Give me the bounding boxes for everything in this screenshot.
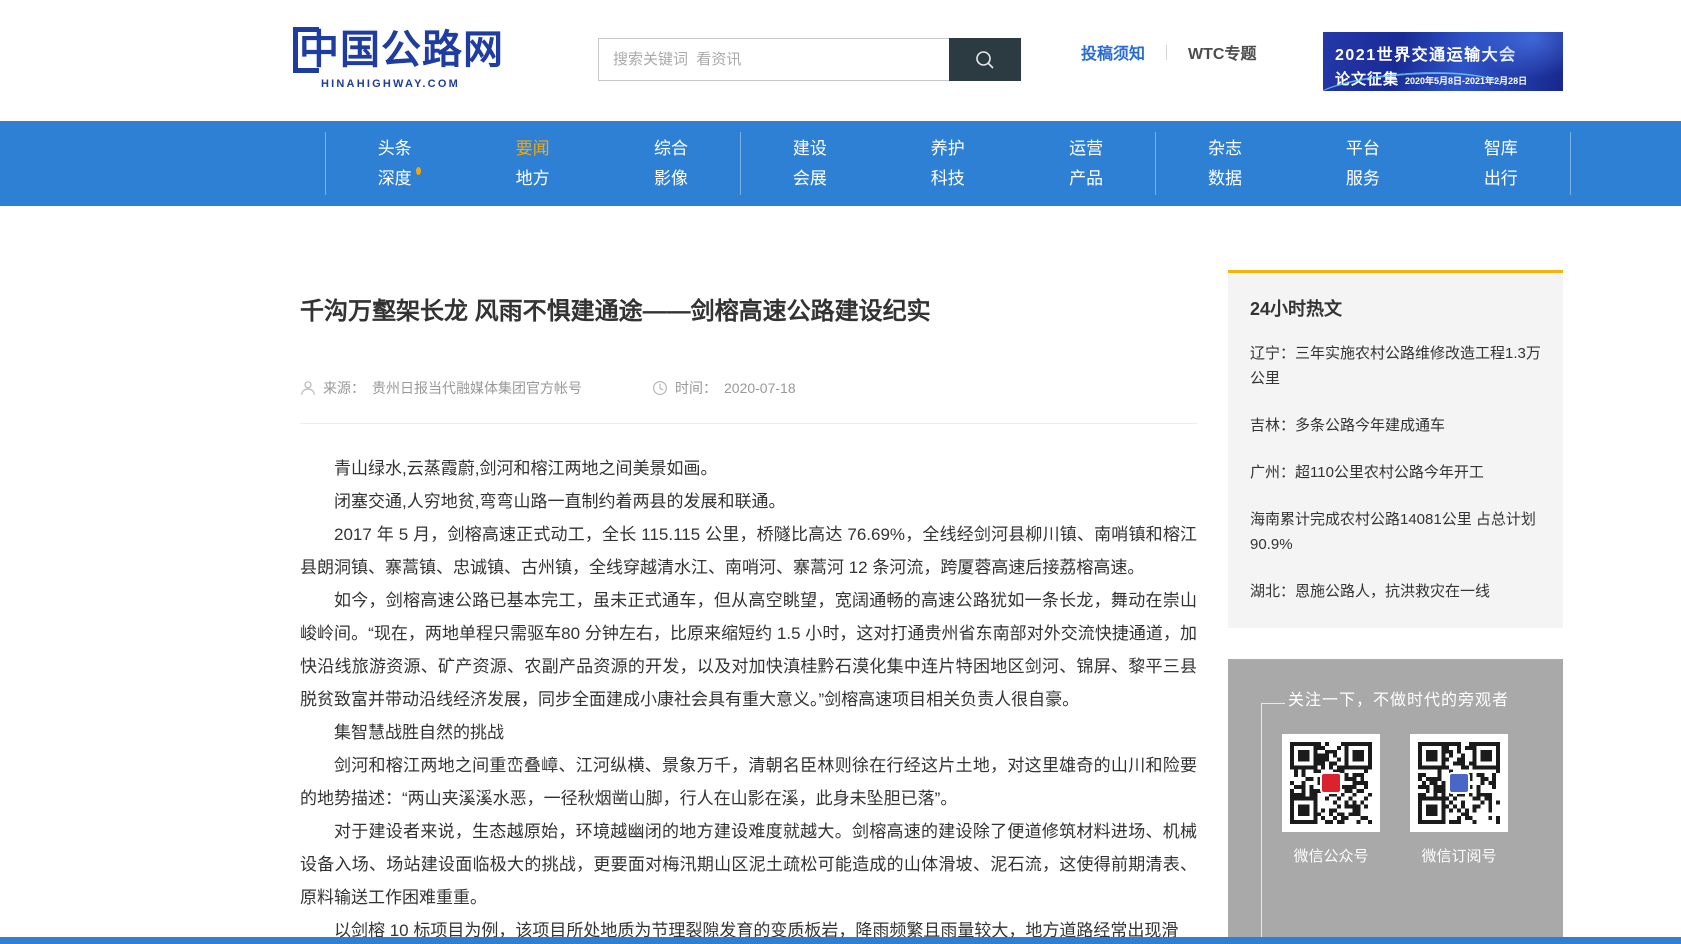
- nav-item-regions[interactable]: 地方: [516, 170, 550, 187]
- hot-articles-panel: 24小时热文 辽宁：三年实施农村公路维修改造工程1.3万公里 吉林：多条公路今年…: [1228, 270, 1563, 628]
- nav-col-6: 运营 产品: [1017, 132, 1155, 195]
- banner-dates: 2020年5月8日-2021年2月28日: [1405, 74, 1527, 87]
- logo-title: 中国公路网: [299, 26, 504, 74]
- wechat-follow-panel: 关注一下，不做时代的旁观者 微信公众号 微信订阅号: [1228, 659, 1563, 944]
- qr-row: 微信公众号 微信订阅号: [1282, 734, 1563, 866]
- source-label: 来源：: [323, 378, 365, 398]
- nav-col-8: 平台 服务: [1294, 132, 1432, 195]
- nav-col-2: 要闻 地方: [463, 132, 601, 195]
- sidebar: 24小时热文 辽宁：三年实施农村公路维修改造工程1.3万公里 吉林：多条公路今年…: [1228, 206, 1563, 944]
- hot-article-link[interactable]: 吉林：多条公路今年建成通车: [1250, 413, 1541, 438]
- qr-label: 微信订阅号: [1410, 845, 1508, 866]
- clock-icon: [652, 380, 668, 396]
- article-body: 青山绿水,云蒸霞蔚,剑河和榕江两地之间美景如画。 闭塞交通,人穷地贫,弯弯山路一…: [300, 452, 1197, 944]
- corner-line-decoration: [1261, 703, 1262, 937]
- nav-col-4: 建设 会展: [740, 132, 878, 195]
- article-paragraph: 集智慧战胜自然的挑战: [300, 716, 1197, 749]
- site-header: 中国公路网 HINAHIGHWAY.COM 投稿须知 WTC专题 2021世界交…: [0, 0, 1681, 121]
- nav-item-headlines[interactable]: 头条: [378, 140, 412, 157]
- hot-articles-list: 辽宁：三年实施农村公路维修改造工程1.3万公里 吉林：多条公路今年建成通车 广州…: [1250, 341, 1541, 604]
- banner-title: 2021世界交通运输大会: [1335, 41, 1553, 65]
- banner-subtitle: 论文征集: [1335, 68, 1399, 89]
- nav-col-9: 智库 出行: [1432, 132, 1570, 195]
- banner-ad[interactable]: 2021世界交通运输大会 论文征集 2020年5月8日-2021年2月28日: [1323, 32, 1563, 91]
- nav-col-1: 头条 深度: [325, 132, 463, 195]
- wechat-public-qr-code: [1282, 734, 1380, 832]
- blue-wechat-logo-icon: [1448, 772, 1470, 794]
- hot-article-link[interactable]: 广州：超110公里农村公路今年开工: [1250, 460, 1541, 485]
- page: 中国公路网 HINAHIGHWAY.COM 投稿须知 WTC专题 2021世界交…: [0, 0, 1681, 944]
- nav-col-5: 养护 科技: [879, 132, 1017, 195]
- nav-item-technology[interactable]: 科技: [931, 170, 965, 187]
- article-paragraph: 如今，剑榕高速公路已基本完工，虽未正式通车，但从高空眺望，宽阔通畅的高速公路犹如…: [300, 584, 1197, 716]
- nav-item-magazine[interactable]: 杂志: [1208, 140, 1242, 157]
- search-button[interactable]: [949, 38, 1021, 81]
- link-wtc-special[interactable]: WTC专题: [1188, 40, 1256, 64]
- hot-article-link[interactable]: 湖北：恩施公路人，抗洪救灾在一线: [1250, 579, 1541, 604]
- nav-item-operations[interactable]: 运营: [1069, 140, 1103, 157]
- article-paragraph: 2017 年 5 月，剑榕高速正式动工，全长 115.115 公里，桥隧比高达 …: [300, 518, 1197, 584]
- person-icon: [300, 380, 316, 396]
- article: 千沟万壑架长龙 风雨不惧建通途——剑榕高速公路建设纪实 来源： 贵州日报当代融媒体…: [300, 206, 1197, 944]
- link-submission-notice[interactable]: 投稿须知: [1081, 40, 1145, 64]
- links-divider: [1166, 45, 1167, 60]
- nav-item-expo[interactable]: 会展: [793, 170, 827, 187]
- nav-item-thinktank[interactable]: 智库: [1484, 140, 1518, 157]
- hot-articles-title: 24小时热文: [1250, 295, 1541, 321]
- footer-strip: [0, 937, 1681, 944]
- nav-item-general[interactable]: 综合: [654, 140, 688, 157]
- article-time: 时间： 2020-07-18: [652, 378, 796, 398]
- hot-article-link[interactable]: 海南累计完成农村公路14081公里 占总计划90.9%: [1250, 507, 1541, 557]
- nav-item-products[interactable]: 产品: [1069, 170, 1103, 187]
- wechat-public-account: 微信公众号: [1282, 734, 1380, 866]
- hot-article-link[interactable]: 辽宁：三年实施农村公路维修改造工程1.3万公里: [1250, 341, 1541, 391]
- time-label: 时间：: [675, 378, 717, 398]
- nav-item-indepth-label: 深度: [378, 169, 412, 188]
- search-input[interactable]: [598, 38, 949, 81]
- source-value: 贵州日报当代融媒体集团官方帐号: [372, 378, 582, 398]
- article-paragraph: 对于建设者来说，生态越原始，环境越幽闭的地方建设难度就越大。剑榕高速的建设除了便…: [300, 815, 1197, 914]
- article-paragraph: 青山绿水,云蒸霞蔚,剑河和榕江两地之间美景如画。: [300, 452, 1197, 485]
- article-meta: 来源： 贵州日报当代融媒体集团官方帐号 时间： 2020-07-18: [300, 378, 1197, 424]
- main-nav: 头条 深度 要闻 地方 综合 影像 建设 会展 养护 科技 运营 产品: [0, 121, 1681, 206]
- new-dot-icon: [416, 167, 421, 175]
- nav-item-travel[interactable]: 出行: [1484, 170, 1518, 187]
- logo-subtitle: HINAHIGHWAY.COM: [321, 78, 504, 90]
- search-bar: [598, 38, 1021, 81]
- nav-item-services[interactable]: 服务: [1346, 170, 1380, 187]
- nav-item-indepth[interactable]: 深度: [378, 170, 412, 187]
- nav-item-platform[interactable]: 平台: [1346, 140, 1380, 157]
- article-paragraph: 闭塞交通,人穷地贫,弯弯山路一直制约着两县的发展和联通。: [300, 485, 1197, 518]
- wechat-subscription-qr-code: [1410, 734, 1508, 832]
- nav-item-media[interactable]: 影像: [654, 170, 688, 187]
- red-wechat-logo-icon: [1320, 772, 1342, 794]
- main-content: 千沟万壑架长龙 风雨不惧建通途——剑榕高速公路建设纪实 来源： 贵州日报当代融媒体…: [300, 206, 1563, 944]
- time-value: 2020-07-18: [724, 380, 796, 396]
- site-logo[interactable]: 中国公路网 HINAHIGHWAY.COM: [293, 26, 504, 90]
- nav-item-data[interactable]: 数据: [1208, 170, 1242, 187]
- nav-item-maintenance[interactable]: 养护: [931, 140, 965, 157]
- wechat-subscription-account: 微信订阅号: [1410, 734, 1508, 866]
- nav-col-7: 杂志 数据: [1155, 132, 1293, 195]
- article-paragraph: 剑河和榕江两地之间重峦叠嶂、江河纵横、景象万千，清朝名臣林则徐在行经这片土地，对…: [300, 749, 1197, 815]
- qr-label: 微信公众号: [1282, 845, 1380, 866]
- magnifier-icon: [974, 49, 996, 71]
- nav-col-3: 综合 影像: [602, 132, 740, 195]
- nav-item-news[interactable]: 要闻: [516, 140, 550, 157]
- article-title: 千沟万壑架长龙 风雨不惧建通途——剑榕高速公路建设纪实: [300, 296, 1197, 328]
- article-source: 来源： 贵州日报当代融媒体集团官方帐号: [300, 378, 582, 398]
- header-links: 投稿须知 WTC专题: [1081, 40, 1256, 64]
- nav-item-construction[interactable]: 建设: [793, 140, 827, 157]
- follow-title: 关注一下，不做时代的旁观者: [1288, 686, 1563, 710]
